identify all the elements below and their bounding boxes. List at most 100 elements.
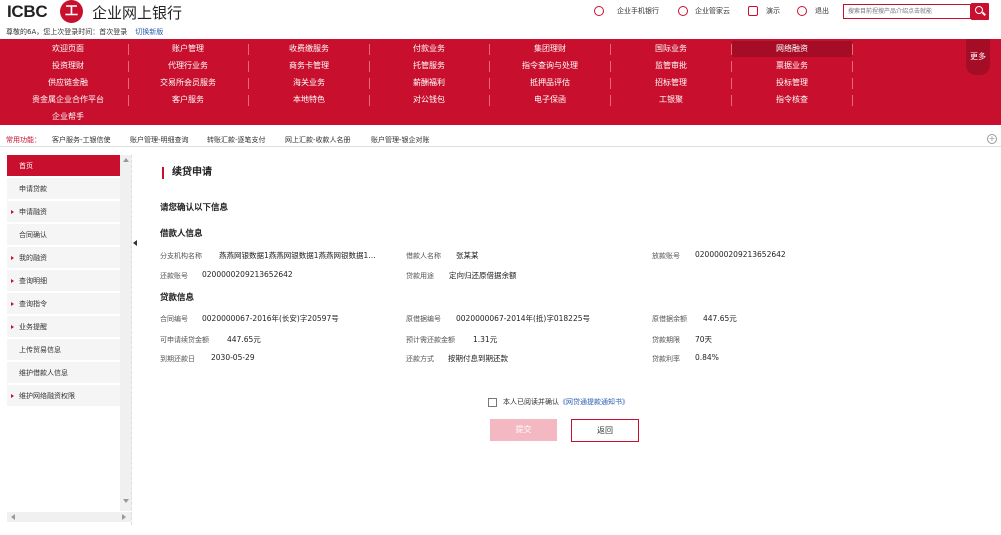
sidebar-item[interactable]: 查询明细 — [7, 270, 120, 292]
bank-name: 企业网上银行 — [92, 4, 183, 22]
nav-item[interactable]: 企业帮手 — [8, 109, 128, 125]
nav-item[interactable]: 付款业务 — [369, 41, 489, 57]
nav-item[interactable]: 投资理财 — [8, 58, 128, 74]
nav-item[interactable]: 监管审批 — [611, 58, 731, 74]
nav-item[interactable]: 网络融资 — [732, 41, 852, 57]
search-icon[interactable] — [971, 3, 989, 20]
nav-item[interactable]: 薪酬福利 — [369, 75, 489, 91]
nav-item[interactable]: 集团理财 — [490, 41, 610, 57]
branch-value: 燕燕网银数据1燕燕网银数据1燕燕网银数据1... — [219, 251, 376, 260]
repay-method-value: 按期付息到期还款 — [448, 354, 508, 363]
due-date-value: 2030-05-29 — [211, 353, 255, 362]
nav-item[interactable]: 投标管理 — [732, 75, 852, 91]
sidebar-item[interactable]: 我的融资 — [7, 247, 120, 269]
nav-separator — [852, 95, 853, 106]
nav-item[interactable]: 工银聚 — [611, 92, 731, 108]
notice-document-link[interactable]: 《网贷通提款通知书》 — [559, 398, 629, 406]
repay-method-label: 还款方式 — [406, 355, 434, 363]
disburse-account-value: 0200000209213652642 — [695, 250, 786, 259]
sidebar-item[interactable]: 首页 — [7, 155, 120, 177]
sidebar-item[interactable]: 申请融资 — [7, 201, 120, 223]
original-balance-label: 原借据余额 — [652, 315, 687, 323]
common-item[interactable]: 转账汇款-逐笔支付 — [207, 135, 266, 145]
sidebar-collapse-handle[interactable] — [131, 155, 137, 525]
add-common-icon[interactable]: + — [987, 134, 997, 144]
sidebar: 首页 申请贷款 申请融资 合同确认 我的融资 查询明细 查询指令 业务提醒 上传贸易信息 维护借款… — [7, 155, 132, 525]
scroll-down-icon[interactable] — [123, 499, 129, 503]
nav-item[interactable]: 贵金属企业合作平台 — [8, 92, 128, 108]
due-date-label: 到期还款日 — [160, 355, 195, 363]
welcome-text: 尊敬的6A，您上次登录时间：首次登录 — [6, 28, 128, 36]
borrower-section-title: 借款人信息 — [160, 229, 203, 239]
loan-purpose-value: 定向归还原借据余额 — [449, 271, 517, 280]
search-input[interactable] — [843, 4, 971, 19]
mobile-bank-icon — [594, 6, 604, 16]
submit-button[interactable]: 提交 — [490, 419, 557, 441]
nav-item[interactable]: 欢迎页面 — [8, 41, 128, 57]
collapse-arrow-icon[interactable] — [133, 240, 137, 246]
nav-item[interactable]: 客户服务 — [128, 92, 248, 108]
sidebar-list: 首页 申请贷款 申请融资 合同确认 我的融资 查询明细 查询指令 业务提醒 上传贸易信息 维护借款… — [7, 155, 120, 511]
nav-item[interactable]: 账户管理 — [128, 41, 248, 57]
common-functions-bar: 常用功能： 客户服务-工银信使 账户管理-明细查询 转账汇款-逐笔支付 网上汇款… — [0, 131, 1001, 147]
nav-item[interactable]: 票据业务 — [732, 58, 852, 74]
scroll-right-icon[interactable] — [122, 514, 126, 520]
butler-cloud-link[interactable]: 企业管家云 — [695, 6, 730, 16]
sidebar-horizontal-scrollbar[interactable] — [7, 512, 132, 522]
switch-version-link[interactable]: 切换新版 — [135, 28, 163, 36]
page-title: 续贷申请 — [162, 167, 212, 179]
power-icon — [797, 6, 807, 16]
sidebar-item[interactable]: 上传贸易信息 — [7, 339, 120, 361]
common-item[interactable]: 客户服务-工银信使 — [52, 135, 111, 145]
contract-no-label: 合同编号 — [160, 315, 188, 323]
disburse-account-label: 放款账号 — [652, 252, 680, 260]
sidebar-item[interactable]: 合同确认 — [7, 224, 120, 246]
common-item[interactable]: 网上汇款-收款人名册 — [285, 135, 351, 145]
confirm-heading: 请您确认以下信息 — [160, 203, 229, 213]
nav-item[interactable]: 海关业务 — [249, 75, 369, 91]
agree-statement: 本人已阅读并确认《网贷通提款通知书》 — [503, 397, 629, 407]
nav-item[interactable]: 指令核查 — [732, 92, 852, 108]
nav-item[interactable]: 商务卡管理 — [249, 58, 369, 74]
sidebar-item[interactable]: 维护网络融资权限 — [7, 385, 120, 407]
nav-item[interactable]: 指令查询与处理 — [490, 58, 610, 74]
scroll-left-icon[interactable] — [11, 514, 15, 520]
common-item[interactable]: 账户管理-明细查询 — [130, 135, 189, 145]
common-item[interactable]: 账户管理-银企对账 — [371, 135, 430, 145]
scroll-up-icon[interactable] — [123, 158, 129, 162]
mobile-bank-link[interactable]: 企业手机银行 — [617, 6, 659, 16]
more-button[interactable]: 更多 — [966, 39, 990, 75]
borrower-name-value: 张某某 — [456, 251, 479, 260]
nav-item[interactable]: 收费缴服务 — [249, 41, 369, 57]
nav-item[interactable]: 招标管理 — [611, 75, 731, 91]
nav-item[interactable]: 对公钱包 — [369, 92, 489, 108]
sidebar-item[interactable]: 申请贷款 — [7, 178, 120, 200]
demo-link[interactable]: 演示 — [766, 6, 780, 16]
cloud-icon — [678, 6, 688, 16]
main-content: 续贷申请 请您确认以下信息 借款人信息 分支机构名称 燕燕网银数据1燕燕网银数据… — [140, 155, 1001, 535]
welcome-line: 尊敬的6A，您上次登录时间：首次登录 切换新版 — [6, 27, 163, 37]
loan-purpose-label: 贷款用途 — [406, 272, 434, 280]
estimated-repay-label: 预计需还款金额 — [406, 336, 455, 344]
nav-item[interactable]: 本地特色 — [249, 92, 369, 108]
logout-link[interactable]: 退出 — [815, 6, 829, 16]
sidebar-item[interactable]: 维护借款人信息 — [7, 362, 120, 384]
nav-item[interactable]: 电子保函 — [490, 92, 610, 108]
agree-text: 本人已阅读并确认 — [503, 398, 559, 406]
sidebar-item[interactable]: 查询指令 — [7, 293, 120, 315]
agree-checkbox[interactable] — [488, 398, 497, 407]
sidebar-item[interactable]: 业务提醒 — [7, 316, 120, 338]
repay-account-label: 还款账号 — [160, 272, 188, 280]
contract-no-value: 0020000067-2016年(长安)字20597号 — [202, 314, 339, 323]
nav-item[interactable]: 交易所会员服务 — [128, 75, 248, 91]
interest-rate-value: 0.84% — [695, 353, 719, 362]
main-nav: 欢迎页面 账户管理 收费缴服务 付款业务 集团理财 国际业务 网络融资投资理财 代理行业务 商务… — [0, 39, 1001, 125]
nav-item[interactable]: 供应链金融 — [8, 75, 128, 91]
nav-item[interactable]: 抵押品评估 — [490, 75, 610, 91]
nav-item[interactable]: 国际业务 — [611, 41, 731, 57]
branch-label: 分支机构名称 — [160, 252, 202, 260]
common-functions-label: 常用功能： — [6, 136, 41, 144]
nav-item[interactable]: 代理行业务 — [128, 58, 248, 74]
nav-item[interactable]: 托管服务 — [369, 58, 489, 74]
back-button[interactable]: 返回 — [571, 419, 639, 442]
